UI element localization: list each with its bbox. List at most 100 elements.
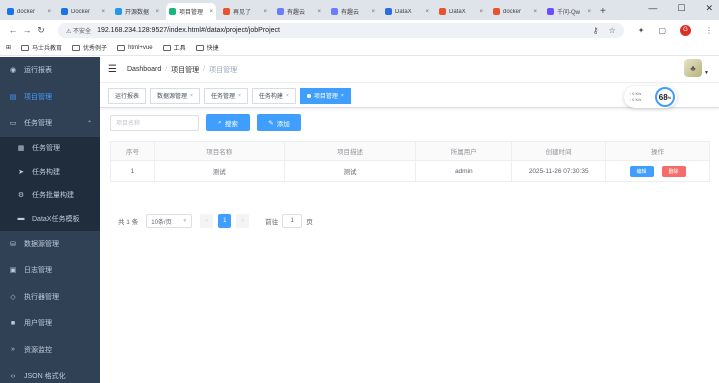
sidebar-item-datasource[interactable]: ⛁ 数据源管理 (0, 231, 100, 258)
browser-tab[interactable]: 再见了 × (220, 3, 270, 20)
forward-icon[interactable]: → (20, 25, 34, 35)
sidebar-subitem-task-build[interactable]: ➤ 任务构建 (0, 160, 100, 184)
sidebar-item-log[interactable]: ▣ 日志管理 (0, 257, 100, 284)
bookmark-label: 马士兵教育 (32, 46, 63, 52)
new-tab-button[interactable]: + (600, 3, 606, 20)
sidebar-item-user[interactable]: ■ 用户管理 (0, 310, 100, 337)
bookmark-item[interactable]: 工具 (162, 43, 186, 52)
security-indicator[interactable]: ⚠ 不安全 (66, 26, 91, 35)
user-avatar-dropdown[interactable]: ♣ ▼ (684, 59, 709, 77)
maximize-icon[interactable]: ☐ (677, 3, 685, 14)
add-button[interactable]: ✎ 添加 (257, 114, 301, 131)
sidebar-item-project[interactable]: ▤ 项目管理 (0, 84, 100, 111)
password-key-icon[interactable]: ⚷ (593, 26, 599, 35)
bookmark-item[interactable]: 优秀例子 (72, 43, 107, 52)
tab-title: 有趣云 (287, 10, 306, 16)
tag-dashboard[interactable]: 运行报表 (108, 87, 147, 104)
close-tab-icon[interactable]: × (533, 9, 537, 15)
extension-icon[interactable]: ✦ (638, 26, 645, 35)
next-page-button[interactable]: › (236, 214, 250, 228)
table-header-row: 序号 项目名称 项目描述 所属用户 创建时间 操作 (110, 141, 710, 161)
close-tab-icon[interactable]: × (317, 9, 321, 15)
search-button[interactable]: ⌕ 搜索 (206, 114, 250, 131)
sidebar-item-label: 任务批量构建 (32, 192, 74, 200)
page-size-select[interactable]: 10条/页 ▼ (146, 214, 193, 228)
sidebar-subitem-task-list[interactable]: ▦ 任务管理 (0, 137, 100, 161)
page-number-current[interactable]: 1 (218, 214, 232, 228)
bookmark-item[interactable]: html+vue (117, 44, 153, 51)
tag-label: 运行报表 (115, 94, 140, 100)
breadcrumb-current: 项目管理 (209, 66, 238, 74)
tag-datasource[interactable]: 数据源管理 × (150, 87, 200, 104)
browser-tab[interactable]: 有趣云 × (274, 3, 324, 20)
close-tab-icon[interactable]: × (155, 9, 159, 15)
browser-tab[interactable]: DataX × (382, 3, 432, 20)
close-window-icon[interactable]: ✕ (705, 3, 713, 14)
close-icon[interactable]: × (341, 93, 344, 99)
bookmark-item[interactable]: 快捷 (195, 43, 219, 52)
bookmark-item[interactable]: 马士兵教育 (21, 43, 62, 52)
hamburger-icon[interactable]: ☰ (108, 64, 117, 75)
prev-page-button[interactable]: ‹ (200, 214, 214, 228)
tag-project[interactable]: 项目管理 × (299, 87, 351, 104)
monitor-icon: » (11, 346, 15, 354)
browser-tab[interactable]: 开源数据 × (112, 3, 162, 20)
url-field[interactable]: ⚠ 不安全 192.168.234.128:9527/index.html#/d… (58, 22, 624, 38)
sidebar-toggle-icon[interactable]: ▢ (658, 26, 666, 35)
bookmark-star-icon[interactable]: ☆ (609, 26, 616, 35)
tag-task-build[interactable]: 任务构建 × (251, 87, 296, 104)
breadcrumb-item[interactable]: Dashboard (127, 66, 161, 73)
browser-tab[interactable]: Docker × (58, 3, 108, 20)
tag-label: 任务管理 (210, 94, 235, 100)
minimize-icon[interactable]: — (648, 3, 657, 14)
task-submenu: ▦ 任务管理 ➤ 任务构建 ⚙ 任务批量构建 ▬ DataX任务模板 (0, 136, 100, 231)
browser-tab[interactable]: 千问-Qw × (544, 3, 594, 20)
browser-tab[interactable]: docker × (490, 3, 540, 20)
avatar[interactable]: ♣ (684, 59, 703, 77)
goto-page-input[interactable]: 1 (282, 214, 303, 228)
close-icon[interactable]: × (238, 93, 241, 99)
upload-rate: 0 K/s (632, 91, 642, 96)
close-icon[interactable]: × (190, 93, 193, 99)
page-size-value: 10条/页 (151, 219, 172, 226)
sidebar-item-label: 任务管理 (32, 145, 60, 153)
close-icon[interactable]: × (286, 93, 289, 99)
browser-tab[interactable]: 项目管理 × (166, 3, 216, 20)
reload-icon[interactable]: ↻ (34, 25, 48, 36)
bookmarks-bar: ⊞ 马士兵教育 优秀例子 html+vue 工具 快捷 (0, 40, 719, 56)
back-icon[interactable]: ← (6, 25, 20, 35)
sidebar-item-json[interactable]: ‹› JSON 格式化 (0, 363, 100, 383)
list-icon: ▦ (17, 145, 25, 153)
close-tab-icon[interactable]: × (101, 9, 105, 15)
close-tab-icon[interactable]: × (425, 9, 429, 15)
sidebar-subitem-datax-template[interactable]: ▬ DataX任务模板 (0, 207, 100, 231)
sidebar-item-dashboard[interactable]: ◉ 运行报表 (0, 57, 100, 84)
project-name-input[interactable]: 项目名称 (110, 114, 199, 131)
browser-tab[interactable]: 有趣云 × (328, 3, 378, 20)
cell-index: 1 (110, 160, 155, 182)
sidebar-item-task[interactable]: ▭ 任务管理 ⌃ (0, 110, 100, 137)
browser-tab[interactable]: docker × (4, 3, 54, 20)
delete-button[interactable]: 删除 (661, 165, 686, 177)
close-tab-icon[interactable]: × (209, 9, 213, 15)
usage-percent: 68% (655, 87, 675, 107)
close-tab-icon[interactable]: × (479, 9, 483, 15)
sidebar-item-monitor[interactable]: » 资源监控 (0, 337, 100, 364)
task-icon: ▭ (9, 120, 17, 128)
sidebar-item-executor[interactable]: ◇ 执行器管理 (0, 284, 100, 311)
network-speed-widget[interactable]: ↑ 0 K/s ↓ 0 K/s 68% (624, 86, 677, 108)
favicon-icon (223, 8, 230, 15)
close-tab-icon[interactable]: × (263, 9, 267, 15)
profile-avatar[interactable]: G (680, 24, 691, 36)
edit-button[interactable]: 编辑 (629, 165, 654, 177)
apps-grid-icon[interactable]: ⊞ (6, 44, 11, 51)
close-tab-icon[interactable]: × (371, 9, 375, 15)
batch-icon: ⚙ (17, 192, 25, 200)
browser-tab[interactable]: DataX × (436, 3, 486, 20)
sidebar-subitem-batch-build[interactable]: ⚙ 任务批量构建 (0, 184, 100, 208)
tag-task[interactable]: 任务管理 × (203, 87, 248, 104)
browser-menu-icon[interactable]: ⋮ (705, 26, 713, 35)
tag-label: 项目管理 (313, 94, 338, 100)
close-tab-icon[interactable]: × (47, 9, 51, 15)
close-tab-icon[interactable]: × (587, 9, 591, 15)
